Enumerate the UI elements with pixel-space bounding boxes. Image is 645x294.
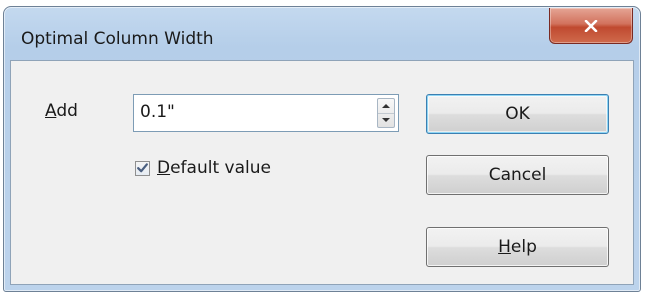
default-value-label: Default value	[157, 158, 271, 178]
checkmark-icon	[137, 163, 148, 173]
add-label-mnemonic: A	[45, 101, 57, 121]
arrow-up-icon	[382, 104, 390, 108]
spin-down-button[interactable]	[378, 113, 394, 127]
spin-up-button[interactable]	[378, 99, 394, 114]
default-value-option[interactable]: Default value	[135, 158, 271, 178]
help-mnemonic: H	[498, 237, 511, 257]
dialog-window: Optimal Column Width Add Default value O…	[3, 6, 641, 292]
help-button[interactable]: Help	[426, 227, 609, 267]
add-value-input[interactable]	[140, 102, 360, 122]
spin-buttons	[377, 98, 395, 128]
default-value-text: efault value	[170, 158, 271, 178]
ok-button[interactable]: OK	[426, 94, 609, 134]
add-value-spinbox[interactable]	[133, 94, 399, 132]
dialog-body: Add Default value OK Cancel Help	[10, 60, 634, 285]
cancel-button[interactable]: Cancel	[426, 155, 609, 195]
close-button[interactable]	[549, 8, 633, 44]
add-label-text: dd	[56, 101, 78, 121]
add-label: Add	[45, 101, 78, 121]
close-icon	[584, 19, 598, 32]
help-text: elp	[510, 237, 537, 257]
default-value-mnemonic: D	[157, 158, 171, 178]
default-value-checkbox[interactable]	[135, 160, 150, 176]
dialog-title: Optimal Column Width	[21, 29, 214, 49]
arrow-down-icon	[382, 118, 390, 122]
